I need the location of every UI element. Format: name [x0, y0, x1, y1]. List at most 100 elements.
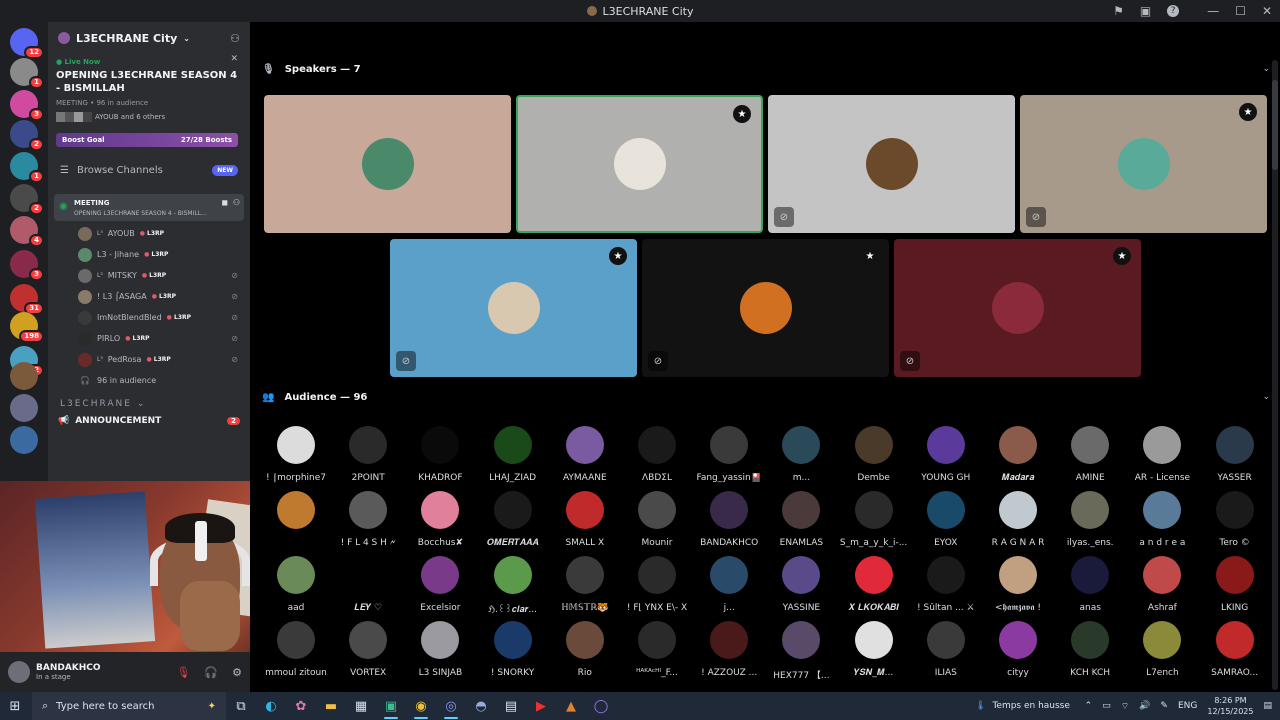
speaker-tile[interactable]: ★ ⊘ — [642, 239, 889, 377]
settings-gear-icon[interactable]: ⚙ — [232, 666, 242, 679]
server-icon[interactable]: 31 — [10, 284, 44, 315]
server-icon[interactable]: 3 — [10, 250, 44, 281]
language-indicator[interactable]: ENG — [1178, 701, 1197, 711]
speaker-tile[interactable] — [264, 95, 511, 233]
collapse-audience-chevron-icon[interactable]: ⌄ — [1262, 392, 1270, 402]
audience-member[interactable]: AMINE — [1054, 426, 1126, 483]
speakers-header[interactable]: 🎙 Speakers — 7 — [262, 64, 361, 75]
chrome-icon[interactable]: ◉ — [406, 692, 436, 720]
app-a-icon[interactable]: ▲ — [556, 692, 586, 720]
audience-member[interactable]: LHAJ_ZIAD — [477, 426, 549, 483]
audience-member[interactable]: R A G N A R — [982, 491, 1054, 548]
audience-member[interactable]: YOUNG GH — [910, 426, 982, 483]
audience-member[interactable]: LKING — [1199, 556, 1271, 613]
audience-member[interactable]: Fang_yassin🎴 — [693, 426, 765, 483]
audience-member[interactable]: ! SNORKY — [477, 621, 549, 678]
audience-member[interactable] — [260, 491, 332, 538]
terminal-icon[interactable]: ▣ — [376, 692, 406, 720]
audience-member[interactable]: YASSER — [1199, 426, 1271, 483]
epic-games-icon[interactable]: ▤ — [496, 692, 526, 720]
collapse-speakers-chevron-icon[interactable]: ⌄ — [1262, 64, 1270, 74]
taskbar-search[interactable]: ⌕ Type here to search ✦ — [32, 692, 226, 720]
mic-muted-icon[interactable]: 🎙 — [176, 666, 190, 679]
audience-member[interactable]: AYMAANE — [549, 426, 621, 483]
audience-member[interactable]: SMALL X — [549, 491, 621, 548]
channel-announcement[interactable]: 📢 ANNOUNCEMENT 2 — [48, 409, 250, 426]
audience-member[interactable]: KCH KCH — [1054, 621, 1126, 678]
voice-user[interactable]: L³ MITSKY ● L3RP ⊘ — [48, 265, 250, 286]
audience-member[interactable]: ! F⌊ YNX E\- X — [621, 556, 693, 613]
voice-user[interactable]: L³ PedRosa ● L3RP ⊘ — [48, 349, 250, 370]
audience-member[interactable]: 2POINT — [332, 426, 404, 483]
audience-member[interactable]: YASSINE — [765, 556, 837, 613]
audience-member[interactable]: 𝑴𝒂𝒅𝒂𝒓𝒂 — [982, 426, 1054, 483]
audience-member[interactable]: SAMRAO... — [1199, 621, 1271, 678]
audience-member[interactable]: AR - License — [1126, 426, 1198, 483]
server-icon[interactable]: 2 — [10, 184, 44, 215]
youtube-icon[interactable]: ▶ — [526, 692, 556, 720]
scrollbar[interactable] — [1272, 60, 1278, 690]
audience-member[interactable]: Excelsior — [404, 556, 476, 613]
audience-member[interactable]: cityy — [982, 621, 1054, 678]
invite-icon[interactable]: ⚇ — [233, 198, 240, 207]
category-header[interactable]: L3ECHRANE ⌄ — [48, 391, 250, 409]
audience-member[interactable]: HEX777 【... — [765, 621, 837, 681]
maximize-button[interactable]: ☐ — [1235, 4, 1246, 18]
audience-header[interactable]: 👥 Audience — 96 — [262, 392, 367, 403]
audience-member[interactable]: 𝑶𝑴𝑬𝑹𝑻𝑨𝑨𝑨 — [477, 491, 549, 548]
obs-icon[interactable]: ◯ — [586, 692, 616, 720]
audience-member[interactable]: L3 SINJAB — [404, 621, 476, 678]
edge-icon[interactable]: ◐ — [256, 692, 286, 720]
server-icon[interactable] — [10, 362, 38, 390]
audience-member[interactable]: ILIAS — [910, 621, 982, 678]
audience-member[interactable]: L7ench — [1126, 621, 1198, 678]
voice-user[interactable]: ImNotBlendBled ● L3RP ⊘ — [48, 307, 250, 328]
scrollbar-thumb[interactable] — [1272, 80, 1278, 170]
speaker-tile[interactable]: ★ ⊘ — [390, 239, 637, 377]
audience-member[interactable]: ! ⌠morphine7 — [260, 426, 332, 483]
audience-member[interactable]: Tero © — [1199, 491, 1271, 548]
live-stage-card[interactable]: ● Live Now ✕ OPENING L3ECHRANE SEASON 4 … — [56, 54, 242, 122]
audience-member[interactable]: <𝖍𝖆𝖒𝖟𝖆𝖛𝖆 ! — [982, 556, 1054, 613]
chevron-up-icon[interactable]: ⌃ — [1085, 701, 1093, 711]
server-icon[interactable]: 3 — [10, 90, 44, 121]
audience-member[interactable]: ! F L 4 S H 🗲 — [332, 491, 404, 548]
audience-member[interactable]: ! AZZOUZ ... — [693, 621, 765, 678]
speaker-tile[interactable]: ★ — [516, 95, 763, 233]
close-icon[interactable]: ✕ — [230, 54, 238, 64]
inbox-flag-icon[interactable]: ⚑ — [1113, 4, 1124, 18]
server-icon[interactable]: 1 — [10, 58, 44, 89]
audience-count-row[interactable]: 🎧 96 in audience — [48, 370, 250, 391]
browse-channels[interactable]: ☰ Browse Channels NEW — [48, 165, 250, 176]
close-window-button[interactable]: ✕ — [1262, 4, 1272, 18]
audience-member[interactable]: Ashraf — [1126, 556, 1198, 613]
audience-member[interactable]: Rio — [549, 621, 621, 678]
server-icon[interactable] — [10, 394, 38, 422]
audience-member[interactable]: j... — [693, 556, 765, 613]
add-member-icon[interactable]: ⚇ — [230, 32, 240, 45]
volume-icon[interactable]: 🔊 — [1139, 701, 1150, 711]
audience-member[interactable]: anas — [1054, 556, 1126, 613]
audience-member[interactable]: m... — [765, 426, 837, 483]
audience-member[interactable]: ΛΒDΣL — [621, 426, 693, 483]
audience-member[interactable]: KHADROF — [404, 426, 476, 483]
clock[interactable]: 8:26 PM 12/15/2025 — [1207, 695, 1253, 717]
minimize-button[interactable]: — — [1207, 4, 1219, 18]
audience-member[interactable]: aad — [260, 556, 332, 613]
weather-widget[interactable]: 🌡 Temps en hausse — [975, 692, 1070, 720]
audience-member[interactable]: ℍ𝕄𝕊𝕋ℝ🐯 — [549, 556, 621, 613]
store-icon[interactable]: ▦ — [346, 692, 376, 720]
headphones-icon[interactable]: 🎧 — [204, 666, 218, 679]
server-icon[interactable]: 12 — [10, 28, 44, 59]
audience-member[interactable]: ilyas._ens. — [1054, 491, 1126, 548]
audience-member[interactable]: 𝒀𝑺𝑵_𝑴... — [838, 621, 910, 678]
audience-member[interactable]: ᴴᴬᴷᴬᶜᴴᴵ_F... — [621, 621, 693, 678]
voice-user[interactable]: ! L3 ⌠ASAGA ● L3RP ⊘ — [48, 286, 250, 307]
audience-member[interactable]: Mounir — [621, 491, 693, 548]
steam-icon[interactable]: ◓ — [466, 692, 496, 720]
server-header[interactable]: L3ECHRANE City ⌄ ⚇ — [48, 22, 250, 54]
network-icon[interactable]: ⌔ — [1121, 701, 1129, 712]
server-icon[interactable] — [10, 426, 38, 454]
screen-share-icon[interactable]: ▣ — [1140, 4, 1151, 18]
notification-icon[interactable]: ▤ — [1263, 701, 1272, 711]
